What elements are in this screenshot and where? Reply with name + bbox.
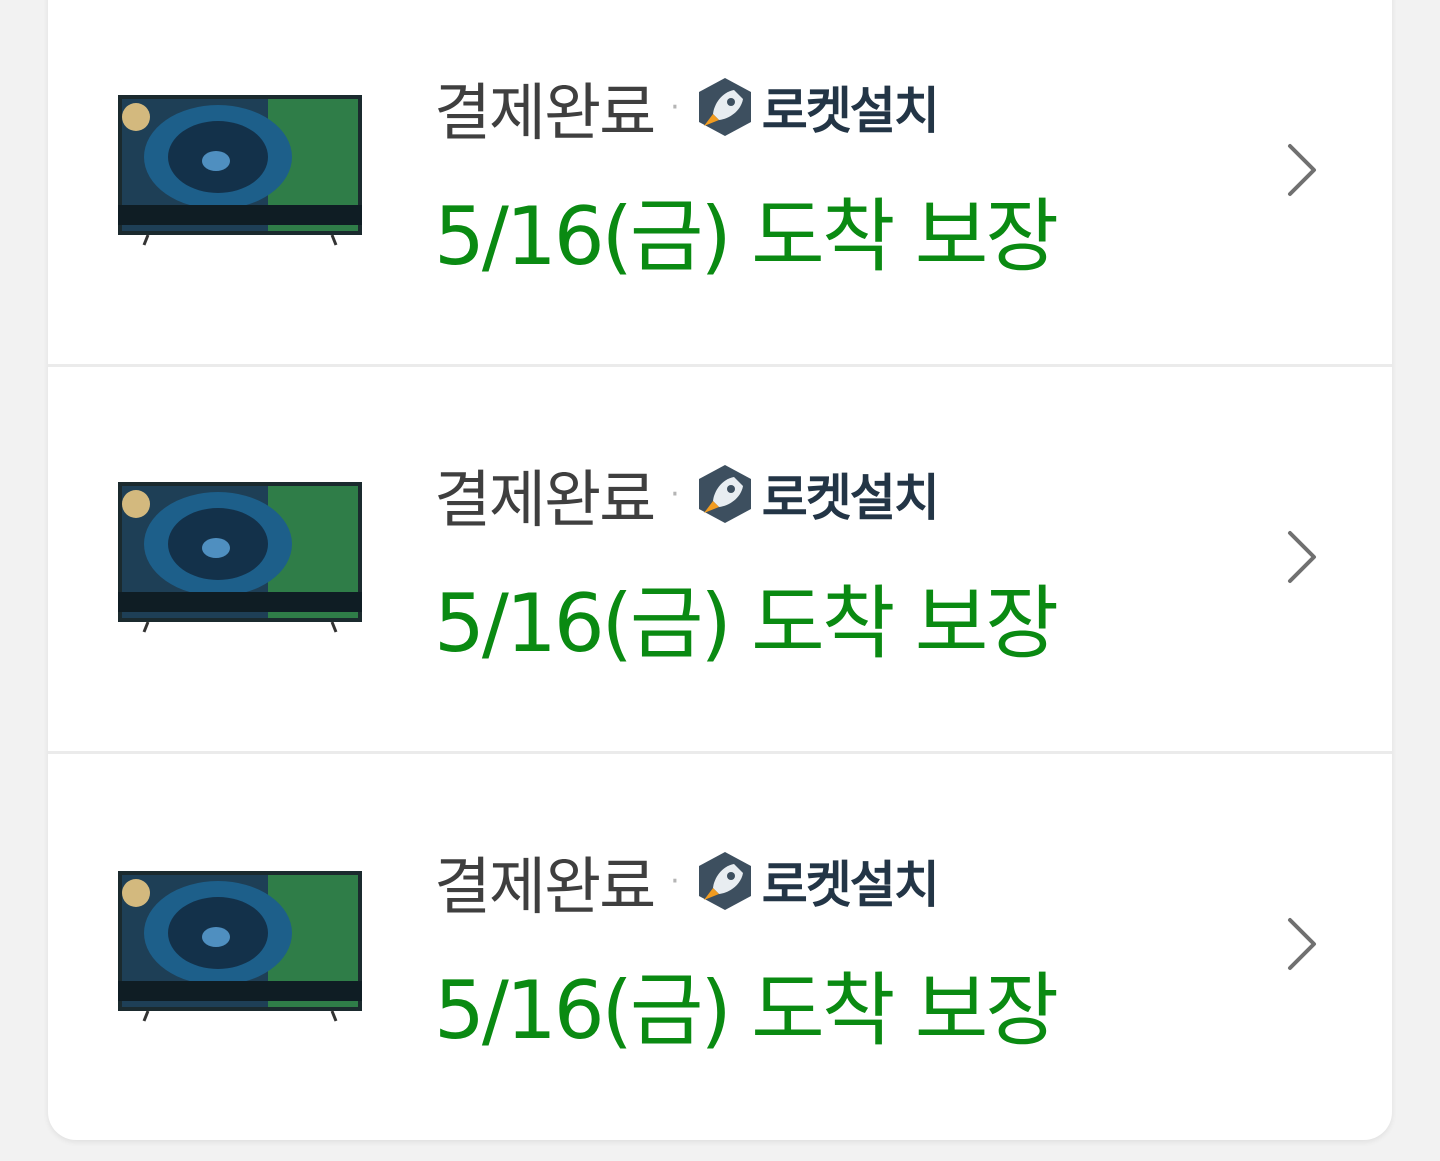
chevron-right-icon[interactable] bbox=[1282, 914, 1322, 974]
rocket-install-icon bbox=[698, 465, 751, 523]
order-status: 결제완료 bbox=[434, 76, 656, 149]
separator-dot: · bbox=[670, 89, 680, 125]
order-status: 결제완료 bbox=[434, 463, 656, 536]
separator-dot: · bbox=[670, 863, 680, 899]
status-line: 결제완료 · 로켓설치 bbox=[434, 459, 940, 536]
rocket-install-label: 로켓설치 bbox=[761, 82, 940, 140]
rocket-install-icon bbox=[698, 852, 751, 910]
tv-product-image bbox=[118, 95, 362, 246]
rocket-install-label: 로켓설치 bbox=[761, 469, 940, 527]
rocket-install-label: 로켓설치 bbox=[761, 856, 940, 914]
order-row[interactable]: 결제완료 · 로켓설치 5/16(금) 도착 보장 bbox=[48, 754, 1392, 1140]
chevron-right-icon[interactable] bbox=[1282, 527, 1322, 587]
order-row[interactable]: 결제완료 · 로켓설치 5/16(금) 도착 보장 bbox=[48, 367, 1392, 754]
status-line: 결제완료 · 로켓설치 bbox=[434, 72, 940, 149]
rocket-install-icon bbox=[698, 78, 751, 136]
status-line: 결제완료 · 로켓설치 bbox=[434, 846, 940, 923]
chevron-right-icon[interactable] bbox=[1282, 140, 1322, 200]
tv-product-image bbox=[118, 871, 362, 1022]
order-status: 결제완료 bbox=[434, 850, 656, 923]
separator-dot: · bbox=[670, 476, 680, 512]
order-row[interactable]: 결제완료 · 로켓설치 5/16(금) 도착 보장 bbox=[48, 0, 1392, 367]
arrival-guarantee: 5/16(금) 도착 보장 bbox=[434, 577, 1059, 670]
tv-product-image bbox=[118, 482, 362, 633]
arrival-guarantee: 5/16(금) 도착 보장 bbox=[434, 190, 1059, 283]
arrival-guarantee: 5/16(금) 도착 보장 bbox=[434, 964, 1059, 1057]
order-list-card: 결제완료 · 로켓설치 5/16(금) 도착 보장 결제완료 · 로켓설치 5/… bbox=[48, 0, 1392, 1140]
